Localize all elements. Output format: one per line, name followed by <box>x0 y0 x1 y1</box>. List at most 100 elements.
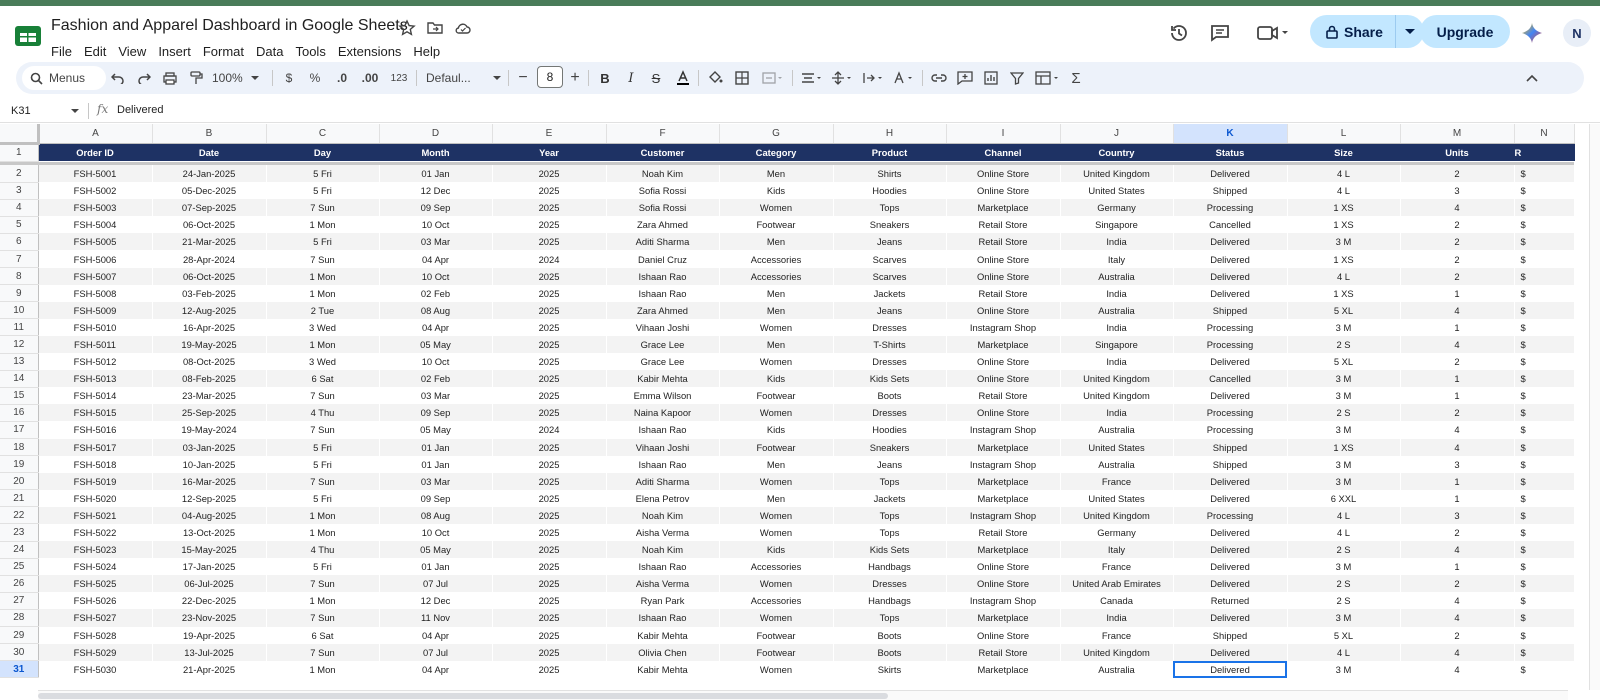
table-cell[interactable]: Marketplace <box>946 609 1061 627</box>
table-cell[interactable]: 07 Jul <box>379 575 493 593</box>
table-header-cell[interactable]: Order ID <box>38 143 153 161</box>
table-cell[interactable]: 2025 <box>492 233 607 251</box>
vertical-scrollbar[interactable] <box>1589 124 1600 690</box>
table-cell[interactable]: Men <box>719 455 834 473</box>
table-header-cell[interactable]: Units <box>1400 143 1515 161</box>
table-cell[interactable]: 2 <box>1400 165 1515 183</box>
table-cell[interactable]: FSH-5014 <box>38 387 153 405</box>
table-cell[interactable]: $ <box>1514 575 1575 593</box>
move-folder-icon[interactable] <box>426 19 444 37</box>
table-cell[interactable]: 2025 <box>492 523 607 542</box>
table-cell[interactable]: Handbags <box>833 592 947 610</box>
table-cell[interactable]: Marketplace <box>946 541 1061 559</box>
table-cell[interactable]: 1 Mon <box>266 216 380 234</box>
table-cell[interactable]: 5 Fri <box>266 233 380 251</box>
table-cell[interactable]: 1 <box>1400 318 1515 336</box>
table-cell[interactable]: 2 S <box>1287 404 1401 422</box>
table-cell[interactable]: $ <box>1514 250 1575 268</box>
table-cell[interactable]: $ <box>1514 438 1575 456</box>
menu-tools[interactable]: Tools <box>295 44 332 59</box>
spreadsheet-grid[interactable]: ABCDEFGHIJKLMN 1 Order ID Date Day Month Year… <box>0 124 1600 690</box>
table-cell[interactable]: Men <box>719 335 834 354</box>
avatar[interactable]: N <box>1563 19 1591 47</box>
horizontal-scroll-thumb[interactable] <box>38 693 888 699</box>
menu-help[interactable]: Help <box>413 44 447 59</box>
table-cell[interactable]: 2025 <box>492 592 607 610</box>
table-cell[interactable]: FSH-5018 <box>38 455 153 473</box>
table-cell[interactable]: 02 Feb <box>379 370 493 388</box>
column-header-i[interactable]: I <box>946 124 1061 144</box>
table-cell[interactable]: $ <box>1514 182 1575 200</box>
table-cell[interactable]: Australia <box>1060 267 1174 285</box>
table-cell[interactable]: 24-Jan-2025 <box>152 165 267 183</box>
table-cell[interactable]: Marketplace <box>946 199 1061 217</box>
table-cell[interactable]: $ <box>1514 301 1575 319</box>
menu-file[interactable]: File <box>51 44 79 59</box>
column-header-d[interactable]: D <box>379 124 493 144</box>
column-header-g[interactable]: G <box>719 124 834 144</box>
redo-icon[interactable] <box>134 62 154 94</box>
table-cell[interactable]: Hoodies <box>833 182 947 200</box>
table-cell[interactable]: Kids <box>719 421 834 439</box>
row-header[interactable]: 19 <box>0 455 39 474</box>
table-cell[interactable]: 7 Sun <box>266 421 380 439</box>
text-color-icon[interactable] <box>674 62 692 94</box>
cloud-status-icon[interactable] <box>454 19 472 37</box>
table-cell[interactable]: Dresses <box>833 353 947 371</box>
menu-format[interactable]: Format <box>203 44 251 59</box>
table-cell[interactable]: 2025 <box>492 643 607 661</box>
table-cell[interactable]: Women <box>719 506 834 524</box>
table-cell[interactable]: FSH-5020 <box>38 489 153 507</box>
font-family-select[interactable]: Defaul... <box>426 62 501 94</box>
insert-link-icon[interactable] <box>930 62 948 94</box>
table-cell[interactable]: 4 Thu <box>266 404 380 422</box>
table-cell[interactable]: Boots <box>833 643 947 661</box>
table-cell[interactable]: 19-Apr-2025 <box>152 626 267 644</box>
table-cell[interactable]: 2025 <box>492 318 607 336</box>
table-cell[interactable]: Emma Wilson <box>606 387 720 405</box>
table-cell[interactable]: Shipped <box>1173 455 1288 473</box>
table-cell[interactable]: 07 Jul <box>379 643 493 661</box>
table-cell[interactable]: 4 <box>1400 438 1515 456</box>
table-cell[interactable]: 10 Oct <box>379 267 493 285</box>
table-cell[interactable]: 06-Oct-2025 <box>152 267 267 285</box>
filter-views-icon[interactable] <box>1034 62 1062 94</box>
table-cell[interactable]: Tops <box>833 609 947 627</box>
table-cell[interactable]: Olivia Chen <box>606 643 720 661</box>
row-header[interactable]: 1 <box>0 143 39 162</box>
table-cell[interactable]: Online Store <box>946 165 1061 183</box>
table-cell[interactable]: Shipped <box>1173 182 1288 200</box>
table-cell[interactable]: 3 M <box>1287 370 1401 388</box>
row-header[interactable]: 3 <box>0 182 39 200</box>
table-header-cell[interactable]: Customer <box>606 143 720 161</box>
table-cell[interactable]: 12 Dec <box>379 592 493 610</box>
table-cell[interactable]: Germany <box>1060 199 1174 217</box>
table-cell[interactable]: Instagram Shop <box>946 455 1061 473</box>
table-cell[interactable]: 16-Mar-2025 <box>152 472 267 490</box>
table-cell[interactable]: FSH-5015 <box>38 404 153 422</box>
table-cell[interactable]: Ishaan Rao <box>606 421 720 439</box>
table-cell[interactable]: 7 Sun <box>266 472 380 490</box>
table-cell[interactable]: 5 XL <box>1287 626 1401 644</box>
table-cell[interactable]: Kabir Mehta <box>606 626 720 644</box>
table-cell[interactable]: FSH-5021 <box>38 506 153 524</box>
table-cell[interactable]: Australia <box>1060 455 1174 473</box>
italic-icon[interactable]: I <box>624 62 638 94</box>
table-cell[interactable]: 05 May <box>379 541 493 559</box>
table-cell[interactable]: Women <box>719 318 834 336</box>
table-cell[interactable]: 5 Fri <box>266 165 380 183</box>
table-cell[interactable]: $ <box>1514 404 1575 422</box>
table-cell[interactable]: $ <box>1514 335 1575 354</box>
table-cell[interactable]: Australia <box>1060 660 1174 678</box>
menu-view[interactable]: View <box>118 44 153 59</box>
table-cell[interactable]: Men <box>719 284 834 302</box>
table-cell[interactable]: Footwear <box>719 626 834 644</box>
table-cell[interactable]: FSH-5009 <box>38 301 153 319</box>
table-cell[interactable]: Tops <box>833 472 947 490</box>
select-all-corner[interactable] <box>0 124 40 145</box>
table-cell[interactable]: FSH-5005 <box>38 233 153 251</box>
table-cell[interactable]: United States <box>1060 489 1174 507</box>
table-cell[interactable]: Jackets <box>833 489 947 507</box>
text-wrapping-icon[interactable] <box>862 62 886 94</box>
table-cell[interactable]: 08 Aug <box>379 506 493 524</box>
